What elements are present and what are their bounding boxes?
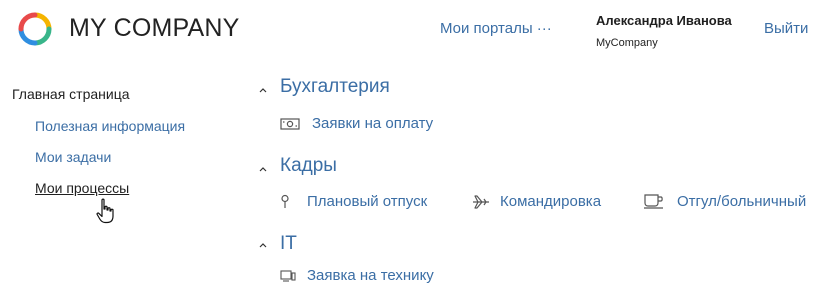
airplane-icon	[473, 195, 489, 209]
item-payment-requests[interactable]: Заявки на оплату	[312, 115, 433, 132]
company-logo-icon[interactable]	[18, 12, 52, 46]
user-company: MyCompany	[596, 37, 658, 49]
chevron-up-icon[interactable]	[258, 165, 268, 173]
section-title-accounting: Бухгалтерия	[280, 76, 390, 97]
chevron-up-icon[interactable]	[258, 86, 268, 94]
pin-icon	[281, 194, 289, 208]
coffee-cup-icon	[644, 194, 663, 209]
sidebar-item-my-tasks[interactable]: Мои задачи	[35, 149, 111, 165]
section-title-it: IT	[280, 233, 297, 254]
hand-pointer-icon	[96, 198, 114, 224]
item-sick-leave[interactable]: Отгул/больничный	[677, 193, 806, 210]
computer-icon	[280, 270, 296, 282]
sidebar-item-useful-info[interactable]: Полезная информация	[35, 118, 185, 134]
chevron-up-icon[interactable]	[258, 241, 268, 249]
sidebar-item-home[interactable]: Главная страница	[12, 86, 130, 102]
item-equipment-request[interactable]: Заявка на технику	[307, 267, 434, 284]
section-title-hr: Кадры	[280, 155, 337, 176]
item-business-trip[interactable]: Командировка	[500, 193, 601, 210]
sidebar-item-my-processes[interactable]: Мои процессы	[35, 180, 129, 196]
company-name: MY COMPANY	[69, 14, 240, 42]
banknote-icon	[280, 118, 300, 130]
item-planned-vacation[interactable]: Плановый отпуск	[307, 193, 427, 210]
logout-link[interactable]: Выйти	[764, 20, 808, 37]
user-name[interactable]: Александра Иванова	[596, 13, 732, 28]
my-portals-link[interactable]: Мои порталы ···	[440, 20, 552, 37]
